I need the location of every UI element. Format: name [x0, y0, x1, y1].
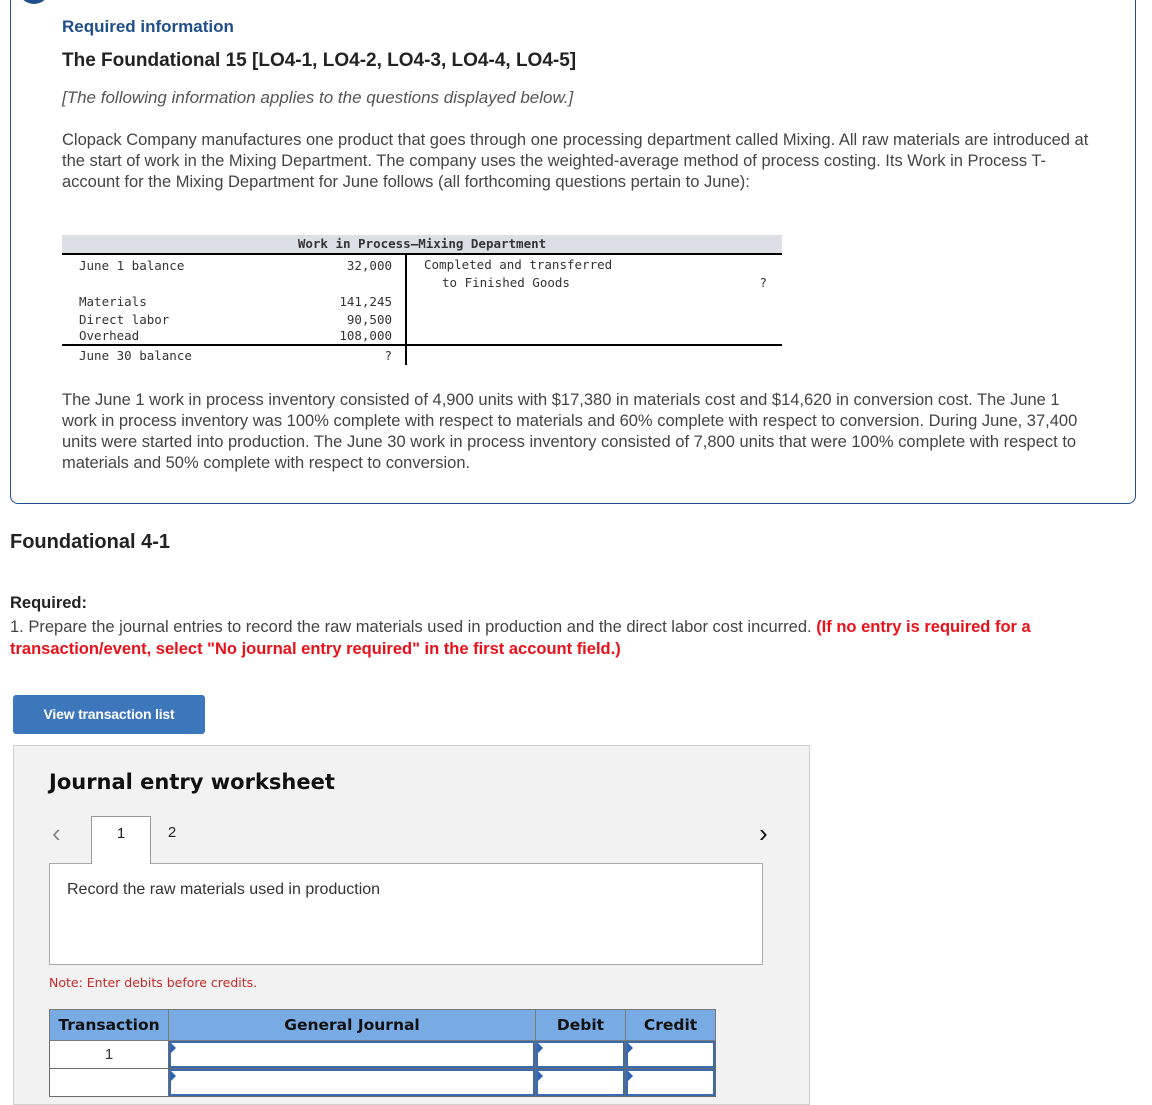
question-badge-icon [18, 0, 50, 4]
column-header-general-journal: General Journal [168, 1009, 536, 1041]
t-debit-amount: 32,000 [346, 258, 392, 273]
worksheet-title: Journal entry worksheet [49, 770, 335, 794]
foundational-title: The Foundational 15 [LO4-1, LO4-2, LO4-3… [62, 50, 577, 71]
t-debit-label: Materials [79, 294, 147, 309]
required-information-label: Required information [62, 17, 234, 36]
tab-entry-1[interactable]: 1 [91, 816, 151, 864]
debit-input[interactable] [536, 1069, 625, 1096]
required-text: 1. Prepare the journal entries to record… [10, 618, 817, 636]
transaction-number [49, 1068, 169, 1097]
t-debit-amount: 108,000 [339, 328, 392, 343]
t-ending-amount: ? [384, 348, 392, 363]
t-debit-amount: 141,245 [339, 294, 392, 309]
transaction-number: 1 [49, 1040, 169, 1069]
t-account-divider [405, 255, 407, 365]
t-credit-label-line2: to Finished Goods [442, 275, 570, 290]
chevron-left-icon[interactable]: ‹ [52, 818, 61, 849]
table-row [49, 1068, 716, 1097]
entry-description: Record the raw materials used in product… [67, 881, 381, 898]
view-transaction-list-button[interactable]: View transaction list [13, 695, 205, 734]
t-debit-row: Direct labor 90,500 [79, 311, 392, 329]
t-debit-row: June 1 balance 32,000 [79, 257, 392, 275]
debits-note: Note: Enter debits before credits. [49, 975, 258, 990]
journal-entry-worksheet: Journal entry worksheet ‹ 1 2 › Record t… [13, 745, 810, 1105]
t-debit-label: Direct labor [79, 312, 170, 327]
column-header-transaction: Transaction [49, 1009, 169, 1041]
account-select[interactable] [169, 1041, 535, 1068]
required-instructions: 1. Prepare the journal entries to record… [10, 616, 1140, 660]
t-ending-label: June 30 balance [79, 348, 192, 363]
debit-input[interactable] [536, 1041, 625, 1068]
t-ending-row: June 30 balance ? [79, 347, 392, 365]
company-description: Clopack Company manufactures one product… [62, 131, 1089, 191]
general-journal-table: Transaction General Journal Debit Credit… [49, 1009, 716, 1097]
question-heading: Foundational 4-1 [10, 531, 170, 553]
t-debit-amount: 90,500 [346, 312, 392, 327]
t-debit-label: Overhead [79, 328, 140, 343]
required-label: Required: [10, 594, 88, 612]
entry-description-box: Record the raw materials used in product… [49, 863, 763, 965]
t-account: Work in Process—Mixing Department June 1… [62, 235, 782, 365]
tab-entry-2[interactable]: 2 [152, 816, 192, 864]
column-header-debit: Debit [535, 1009, 626, 1041]
t-debit-row: Materials 141,245 [79, 293, 392, 311]
credit-input[interactable] [626, 1041, 715, 1068]
chevron-right-icon[interactable]: › [759, 818, 768, 849]
inventory-details: The June 1 work in process inventory con… [62, 391, 1078, 472]
column-header-credit: Credit [625, 1009, 716, 1041]
applies-note: [The following information applies to th… [62, 88, 574, 107]
credit-input[interactable] [626, 1069, 715, 1096]
t-credit-amount: ? [759, 275, 767, 290]
account-select[interactable] [169, 1069, 535, 1096]
t-debit-label: June 1 balance [79, 258, 185, 273]
t-credit-label-line1: Completed and transferred [424, 257, 613, 272]
t-debit-row: Overhead 108,000 [79, 329, 392, 345]
t-account-title: Work in Process—Mixing Department [62, 235, 782, 255]
table-row: 1 [49, 1040, 716, 1069]
